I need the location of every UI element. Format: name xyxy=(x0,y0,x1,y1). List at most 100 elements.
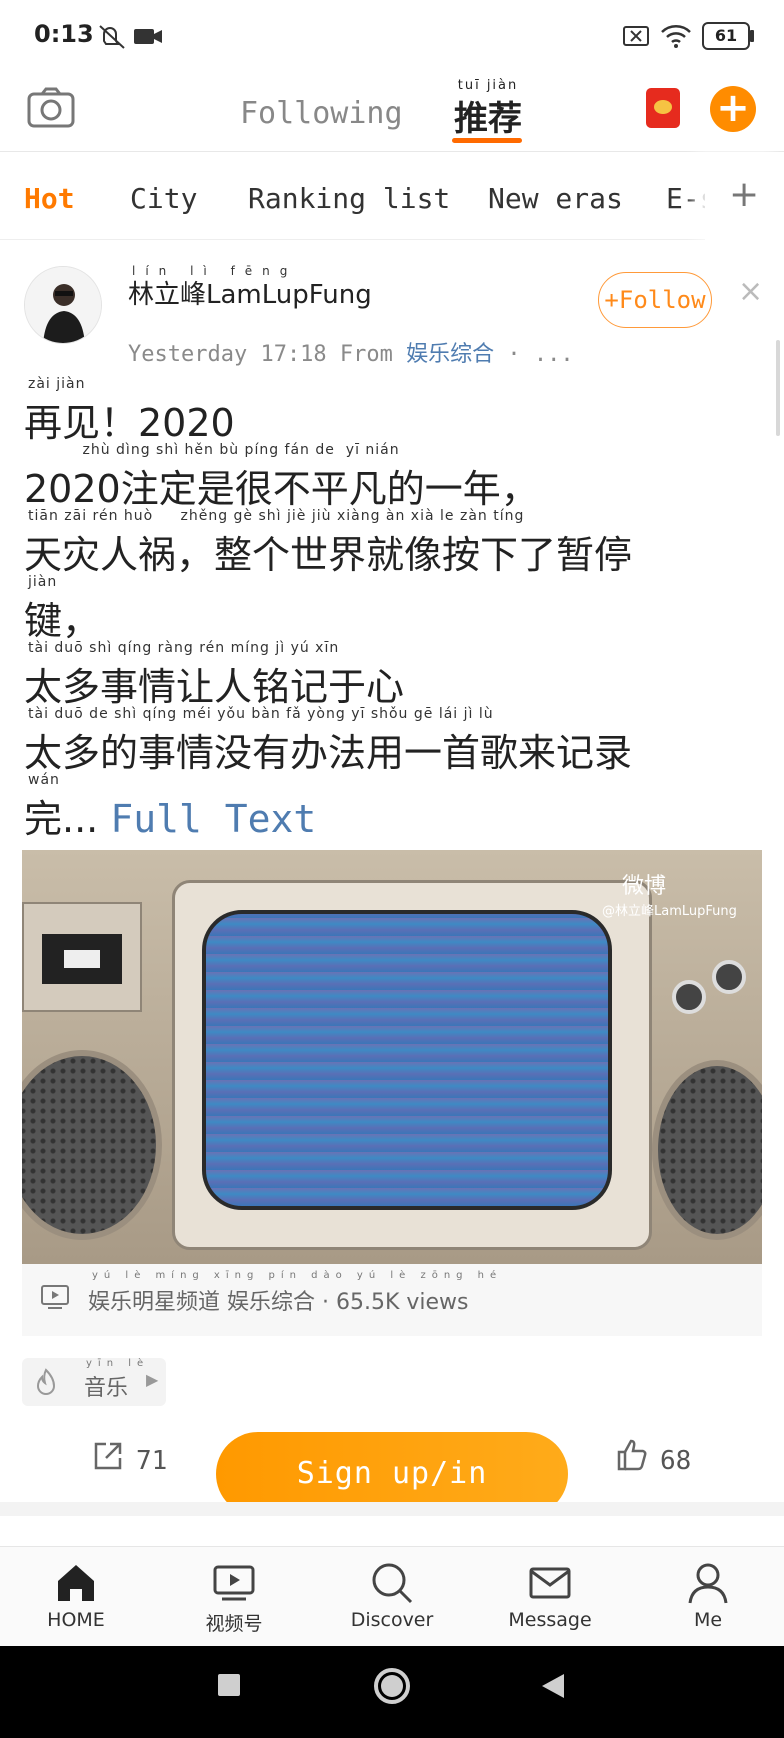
post-line-pinyin: tài duō shì qíng ràng rén míng jì yú xīn xyxy=(28,640,340,656)
bottom-nav: HOME 视频号 Discover Message Me xyxy=(0,1546,784,1646)
camera-icon[interactable] xyxy=(26,86,76,130)
scrollbar[interactable] xyxy=(776,340,780,436)
post-meta-more: · ... xyxy=(494,342,574,367)
video-info-pinyin: yú lè míng xīng pín dào yú lè zōng hé xyxy=(92,1270,503,1281)
recent-apps-icon[interactable] xyxy=(216,1672,242,1698)
avatar[interactable] xyxy=(24,266,102,344)
mail-icon xyxy=(529,1567,571,1599)
status-bar: 0:13 61 xyxy=(0,0,784,72)
post-line-pinyin: zhù dìng shì hěn bù píng fán de yī nián xyxy=(28,442,400,458)
fire-icon xyxy=(36,1368,56,1395)
top-header: Following tuī jiàn 推荐 + xyxy=(0,72,784,152)
app-screen: 0:13 61 Following tuī jiàn 推荐 + Hot City… xyxy=(0,0,784,1738)
post-line-pinyin: zài jiàn xyxy=(28,376,86,392)
video-info-bar[interactable]: yú lè míng xīng pín dào yú lè zōng hé 娱乐… xyxy=(22,1264,762,1336)
video-channel-icon xyxy=(213,1565,255,1601)
chevron-right-icon: ▶ xyxy=(146,1370,159,1389)
back-icon[interactable] xyxy=(540,1672,566,1700)
nav-video-channel[interactable]: 视频号 xyxy=(174,1557,294,1643)
video-watermark: 微博 xyxy=(622,874,667,899)
system-nav-bar xyxy=(0,1646,784,1738)
post-line: tài duō de shì qíng méi yǒu bàn fǎ yòng … xyxy=(24,706,714,775)
nav-home[interactable]: HOME xyxy=(16,1557,136,1643)
active-tab-indicator xyxy=(452,138,522,143)
video-player[interactable]: 微博 @林立峰LamLupFung xyxy=(22,850,762,1264)
topic-pinyin: yīn lè xyxy=(86,1358,150,1369)
username: 林立峰LamLupFung xyxy=(128,280,372,310)
post-line: wán 完... Full Text xyxy=(24,772,714,841)
video-record-icon xyxy=(134,29,162,44)
post-line-pinyin: tài duō de shì qíng méi yǒu bàn fǎ yòng … xyxy=(28,706,494,722)
red-packet-icon[interactable] xyxy=(646,88,680,128)
post-source[interactable]: 娱乐综合 xyxy=(406,342,494,367)
nav-home-label: HOME xyxy=(47,1609,105,1631)
close-icon[interactable]: × xyxy=(738,274,763,309)
video-icon xyxy=(41,1285,69,1309)
home-icon xyxy=(58,1565,94,1601)
tab-recommend[interactable]: tuī jiàn 推荐 xyxy=(450,78,526,140)
category-tab-ranking-list[interactable]: Ranking list xyxy=(248,182,450,215)
post-action-bar: 71 Sign up/in 68 xyxy=(0,1420,784,1516)
post-line: zài jiàn 再见！2020 xyxy=(24,376,714,445)
person-icon xyxy=(688,1563,728,1604)
post-line-text: 太多事情让人铭记于心 xyxy=(24,665,405,709)
category-tab-hot[interactable]: Hot xyxy=(24,182,75,215)
nav-me[interactable]: Me xyxy=(648,1557,768,1643)
home-circle-icon[interactable] xyxy=(372,1666,412,1706)
knob xyxy=(712,960,746,994)
tab-recommend-label: 推荐 xyxy=(454,99,522,139)
share-icon[interactable] xyxy=(92,1440,124,1472)
post-line-pinyin: tiān zāi rén huò zhěng gè shì jiè jiù xi… xyxy=(28,508,525,524)
nav-me-label: Me xyxy=(693,1609,723,1631)
username-pinyin: lín lì fēng xyxy=(132,264,298,278)
nav-message[interactable]: Message xyxy=(490,1557,610,1643)
status-time: 0:13 xyxy=(34,20,94,48)
tv-screen xyxy=(202,910,612,1210)
plus-icon: + xyxy=(729,174,760,215)
sim-x-icon xyxy=(623,26,649,46)
post-time: Yesterday 17:18 From xyxy=(128,342,407,367)
tape-deck xyxy=(22,902,142,1012)
follow-button[interactable]: +Follow xyxy=(598,272,712,328)
post-text[interactable]: zài jiàn 再见！2020 zhù dìng shì hěn bù pín… xyxy=(24,376,714,841)
video-watermark-sub: @林立峰LamLupFung xyxy=(602,904,737,919)
post-line-pinyin: wán xyxy=(28,772,60,788)
post-line-text: 2020注定是很不平凡的一年， xyxy=(24,467,539,511)
search-icon xyxy=(372,1563,413,1604)
mute-icon xyxy=(99,25,125,49)
battery-icon: 61 xyxy=(702,22,750,50)
topic-tag[interactable]: yīn lè 音乐 ▶ xyxy=(22,1358,166,1406)
battery-tip xyxy=(750,30,754,42)
wifi-icon xyxy=(661,25,691,48)
like-count: 68 xyxy=(660,1446,692,1476)
post-line: zhù dìng shì hěn bù píng fán de yī nián … xyxy=(24,442,714,511)
add-post-button[interactable]: + xyxy=(710,86,756,132)
post-line-text: 天灾人祸，整个世界就像按下了暂停 xyxy=(24,533,633,577)
battery-level: 61 xyxy=(714,26,738,45)
post-line-text: 完... xyxy=(24,797,99,841)
post-line-text: 再见！2020 xyxy=(24,401,235,445)
nav-discover-label: Discover xyxy=(350,1609,434,1631)
share-count: 71 xyxy=(136,1446,168,1476)
nav-discover[interactable]: Discover xyxy=(332,1557,452,1643)
topic-label: 音乐 xyxy=(84,1376,129,1401)
category-bar: Hot City Ranking list New eras E-s + xyxy=(0,152,784,240)
category-tab-new-eras[interactable]: New eras xyxy=(488,182,623,215)
nav-video-channel-label: 视频号 xyxy=(205,1613,263,1635)
full-text-link[interactable]: Full Text xyxy=(110,797,316,841)
knob xyxy=(672,980,706,1014)
post-line: jiàn 键， xyxy=(24,574,714,643)
video-info-text: 娱乐明星频道 娱乐综合 · 65.5K views xyxy=(88,1290,469,1315)
feed-divider xyxy=(0,1502,784,1546)
category-tab-city[interactable]: City xyxy=(130,182,197,215)
category-more-button[interactable]: + xyxy=(705,152,784,240)
post-line: tài duō shì qíng ràng rén míng jì yú xīn… xyxy=(24,640,714,709)
post-line-text: 太多的事情没有办法用一首歌来记录 xyxy=(24,731,633,775)
thumbs-up-icon[interactable] xyxy=(616,1438,650,1472)
post-line-pinyin: jiàn xyxy=(28,574,58,590)
username-block[interactable]: lín lì fēng 林立峰LamLupFung xyxy=(128,264,372,311)
post-line: tiān zāi rén huò zhěng gè shì jiè jiù xi… xyxy=(24,508,714,577)
nav-message-label: Message xyxy=(508,1609,592,1631)
post-line-text: 键， xyxy=(24,599,101,643)
tab-following[interactable]: Following xyxy=(240,96,403,131)
